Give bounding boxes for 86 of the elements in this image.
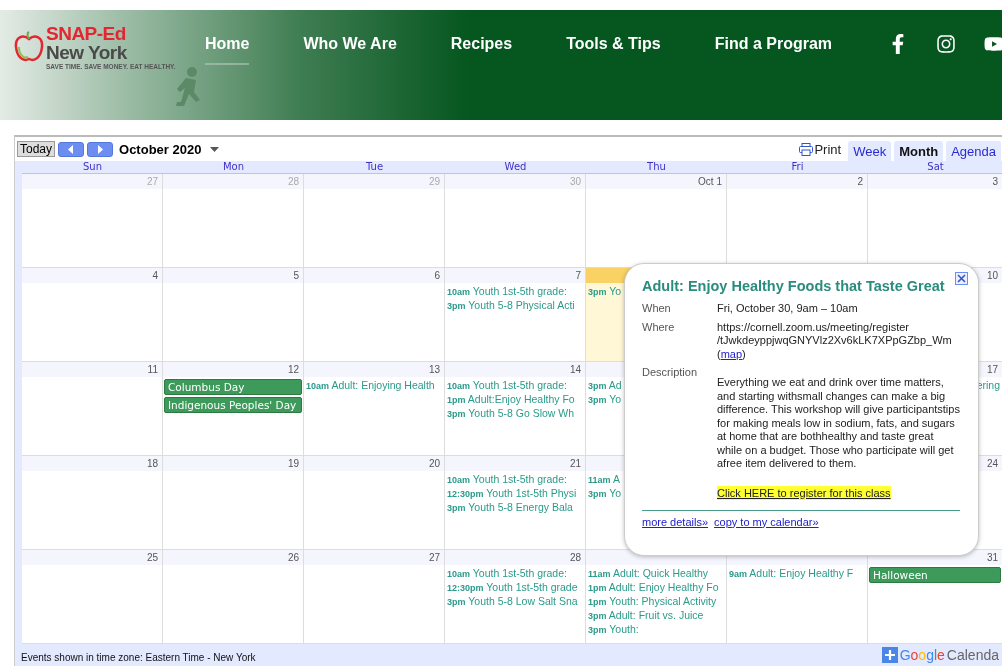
calendar-event[interactable]: 10am Youth 1st-5th grade:: [445, 473, 567, 485]
popup-link[interactable]: more details»: [642, 515, 709, 528]
day-number: 3: [868, 174, 1002, 189]
calendar-event[interactable]: 12:30pm Youth 1st-5th grade: [445, 581, 578, 593]
field-label: Where: [642, 320, 676, 334]
calendar-event[interactable]: 10am Youth 1st-5th grade:: [445, 285, 567, 297]
month-title: October 2020: [119, 141, 202, 157]
nav-link[interactable]: Recipes: [450, 35, 513, 65]
today-button[interactable]: Today: [17, 141, 56, 157]
day-number: 30: [445, 174, 585, 189]
all-day-event[interactable]: Halloween: [869, 567, 1001, 583]
day-number: 14: [445, 362, 585, 377]
apple-icon: [14, 31, 44, 64]
day-number: 27: [304, 550, 444, 565]
close-button[interactable]: [955, 272, 968, 285]
popup-link[interactable]: copy to my calendar»: [714, 515, 819, 528]
field-label: Description: [642, 366, 699, 380]
day-number: 28: [445, 550, 585, 565]
calendar-event[interactable]: 10am Youth 1st-5th grade:: [445, 379, 567, 391]
calendar-event[interactable]: 1pm Youth: Physical Activity: [586, 595, 717, 607]
close-icon: [957, 274, 966, 283]
calendar-event[interactable]: 3pm Youth 5-8 Go Slow Wh: [445, 407, 575, 419]
day-number: 28: [163, 174, 303, 189]
calendar-event[interactable]: 1pm Adult: Enjoy Healthy Fo: [586, 581, 719, 593]
instagram-icon[interactable]: [936, 34, 956, 54]
day-number: 26: [163, 550, 303, 565]
day-number: 7: [445, 268, 585, 283]
register-link[interactable]: Click HERE to register for this class: [717, 485, 891, 500]
view-tab[interactable]: Agenda: [946, 140, 1001, 161]
nav-link[interactable]: Home: [205, 35, 250, 65]
region-name: New York: [46, 43, 128, 62]
day-number: 2: [727, 174, 867, 189]
map-reference: (map): [717, 347, 747, 361]
all-day-event[interactable]: Indigenous Peoples' Day: [164, 397, 302, 413]
google-calendar-badge[interactable]: Google Calenda: [881, 647, 999, 663]
event-location: /tJwkdeyppjwqGNYVlz2Xv6kLK7XPpGZbp_Wm: [717, 334, 953, 348]
calendar-event[interactable]: 3pm Yo: [586, 285, 622, 297]
calendar-event[interactable]: 3pm Ad: [586, 379, 622, 391]
day-number: 27: [22, 174, 162, 189]
calendar-event[interactable]: 3pm Adult: Fruit vs. Juice: [586, 609, 704, 621]
calendar-event[interactable]: 12:30pm Youth 1st-5th Physi: [445, 487, 577, 499]
caret-icon[interactable]: [210, 146, 220, 152]
brand-name: SNAP-Ed: [46, 24, 127, 43]
day-number: 13: [304, 362, 444, 377]
calendar-event[interactable]: 3pm Youth 5-8 Energy Bala: [445, 501, 573, 513]
day-number: 6: [304, 268, 444, 283]
event-location: https://cornell.zoom.us/meeting/register: [717, 320, 910, 334]
calendar-event[interactable]: 9am Adult: Enjoy Healthy F: [727, 567, 854, 579]
day-number: 20: [304, 456, 444, 471]
calendar-event[interactable]: 3pm Youth 5-8 Low Salt Sna: [445, 595, 578, 607]
youtube-icon[interactable]: [984, 34, 1002, 54]
calendar-event[interactable]: 3pm Youth 5-8 Physical Acti: [445, 299, 575, 311]
previous-button[interactable]: [58, 141, 85, 157]
day-number: 11: [22, 362, 162, 377]
nav-link[interactable]: Who We Are: [303, 35, 397, 65]
day-number: 19: [163, 456, 303, 471]
right-arrow-icon: [96, 144, 105, 154]
field-label: When: [642, 302, 672, 316]
view-tab[interactable]: Week: [848, 140, 892, 161]
day-number: 29: [304, 174, 444, 189]
calendar-event[interactable]: 1pm Adult:Enjoy Healthy Fo: [445, 393, 575, 405]
all-day-event[interactable]: Columbus Day: [164, 379, 302, 395]
left-arrow-icon: [67, 144, 76, 154]
print-link[interactable]: Print: [799, 141, 842, 157]
day-number: 12: [163, 362, 303, 377]
calendar-event[interactable]: 11am A: [586, 473, 620, 485]
printer-icon: [799, 142, 814, 156]
calendar-event[interactable]: 3pm Yo: [586, 487, 622, 499]
calendar-event[interactable]: 10am Adult: Enjoying Health: [304, 379, 435, 391]
day-number: Oct 1: [586, 174, 726, 189]
plus-icon: [881, 647, 898, 663]
timezone-note: Events shown in time zone: Eastern Time - New York: [21, 651, 256, 663]
day-number: 25: [22, 550, 162, 565]
calendar-event[interactable]: 10am Youth 1st-5th grade:: [445, 567, 567, 579]
next-button[interactable]: [87, 141, 114, 157]
nav-link[interactable]: Tools & Tips: [566, 35, 661, 65]
day-number: 4: [22, 268, 162, 283]
view-tab[interactable]: Month: [894, 140, 944, 161]
event-time: Fri, October 30, 9am – 10am: [717, 302, 859, 316]
day-number: 21: [445, 456, 585, 471]
nav-link[interactable]: Find a Program: [714, 35, 833, 65]
day-number: 5: [163, 268, 303, 283]
calendar-event[interactable]: 11am Adult: Quick Healthy: [586, 567, 708, 579]
calendar-event[interactable]: 3pm Yo: [586, 393, 622, 405]
calendar-event[interactable]: 3pm Youth:: [586, 623, 639, 635]
day-number: 18: [22, 456, 162, 471]
